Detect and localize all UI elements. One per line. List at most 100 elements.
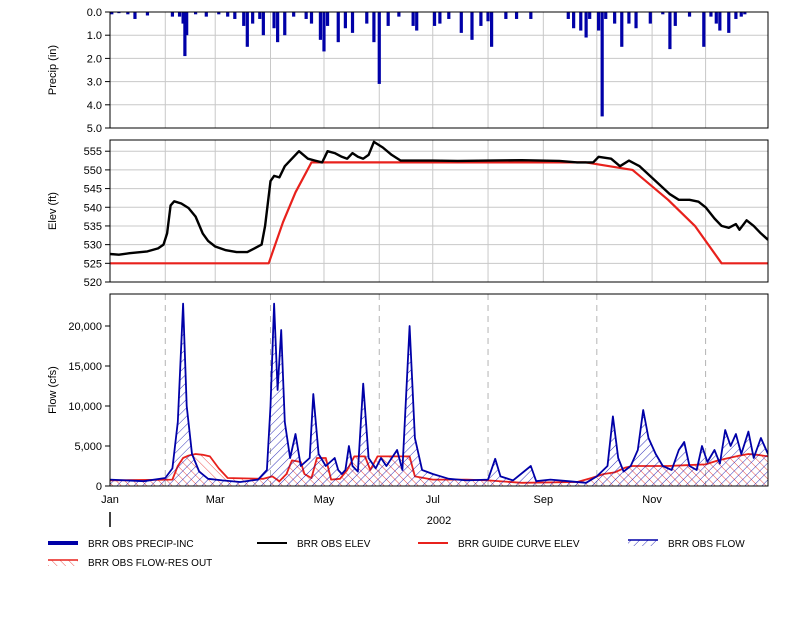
legend-label-precip: BRR OBS PRECIP-INC [88, 539, 194, 550]
precip-bar [233, 12, 237, 19]
precip-bar [709, 12, 713, 17]
precip-bar [397, 12, 401, 17]
flow-areas [110, 302, 768, 486]
precip-bar [309, 12, 314, 24]
precip-bar [411, 12, 415, 26]
y-tick-label: 530 [84, 240, 102, 252]
precip-bar [204, 12, 208, 17]
y-tick-label: 5,000 [74, 441, 102, 453]
precip-bar [226, 12, 230, 17]
precip-bar [673, 12, 677, 26]
precip-bar [145, 12, 150, 16]
y-tick-label: 4.0 [87, 100, 102, 112]
x-tick-label: May [314, 494, 335, 506]
legend-swatch-res-out [48, 560, 78, 566]
precip-bar [258, 12, 262, 19]
precip-tick-labels: 0.0 1.0 2.0 3.0 4.0 5.0 [87, 7, 110, 135]
precip-bar [318, 12, 323, 40]
legend: BRR OBS PRECIP-INC BRR OBS ELEV BRR GUID… [48, 539, 745, 569]
precip-bar [504, 12, 508, 19]
y-tick-label: 15,000 [68, 361, 102, 373]
legend-item-flow: BRR OBS FLOW [628, 539, 745, 550]
legend-label-flow: BRR OBS FLOW [668, 539, 745, 550]
precip-bars [110, 12, 747, 117]
precip-bar [447, 12, 451, 19]
precip-bar [245, 12, 249, 47]
precip-bar [372, 12, 376, 43]
precip-bar [604, 12, 608, 19]
y-tick-label: 0 [96, 481, 102, 493]
precip-bar [588, 12, 592, 19]
precip-bar [514, 12, 519, 19]
precip-bar [350, 12, 355, 33]
precip-bar [584, 12, 588, 38]
precip-bar [292, 12, 296, 17]
y-tick-label: 555 [84, 146, 102, 158]
precip-bar [283, 12, 287, 36]
precip-bar [322, 12, 326, 52]
precip-bar [529, 12, 533, 19]
legend-item-precip: BRR OBS PRECIP-INC [48, 539, 194, 550]
elev-panel: 520 525 530 535 540 545 550 555 Elev (ft) [47, 139, 769, 289]
y-tick-label: 2.0 [87, 53, 102, 65]
y-tick-label: 540 [84, 202, 102, 214]
precip-bar [714, 12, 718, 24]
y-tick-label: 0.0 [87, 7, 102, 19]
precip-bar [177, 12, 182, 17]
y-tick-label: 1.0 [87, 30, 102, 42]
precip-bar [386, 12, 390, 26]
legend-item-guide: BRR GUIDE CURVE ELEV [418, 539, 580, 550]
y-tick-label: 5.0 [87, 123, 102, 135]
precip-bar [579, 12, 583, 31]
precip-bar [325, 12, 330, 26]
x-tick-label: Sep [534, 494, 554, 506]
precip-bar [572, 12, 576, 29]
precip-bar [272, 12, 276, 29]
precip-bar [261, 12, 265, 36]
x-tick-label: Nov [642, 494, 662, 506]
precip-bar [133, 12, 137, 19]
precip-panel: 0.0 1.0 2.0 3.0 4.0 5.0 Precip (in) [47, 7, 769, 135]
y-tick-label: 3.0 [87, 77, 102, 89]
y-tick-label: 520 [84, 277, 102, 289]
precip-axis-title: Precip (in) [47, 45, 59, 95]
precip-bar [365, 12, 369, 24]
y-tick-label: 545 [84, 184, 102, 196]
precip-bar [276, 12, 280, 43]
hydrograph-chart: 0.0 1.0 2.0 3.0 4.0 5.0 Precip (in) 520 525 530… [47, 7, 769, 569]
precip-bar [486, 12, 490, 22]
x-axis: Jan Mar May Jul Sep Nov [101, 494, 662, 527]
precip-bar [727, 12, 731, 33]
precip-bar [668, 12, 672, 50]
legend-swatch-flow [628, 540, 658, 546]
precip-bar [627, 12, 631, 24]
precip-bar [634, 12, 638, 29]
x-tick-label: Mar [206, 494, 225, 506]
precip-bar [734, 12, 738, 19]
precip-bar [600, 12, 604, 117]
precip-bar [596, 12, 601, 31]
legend-label-elev: BRR OBS ELEV [297, 539, 371, 550]
y-tick-label: 525 [84, 258, 102, 270]
flow-grid [164, 294, 707, 486]
precip-bar [459, 12, 463, 33]
flow-tick-labels: 0 5,000 10,000 15,000 20,000 [68, 321, 110, 493]
precip-bar [620, 12, 624, 47]
precip-bar [251, 12, 255, 24]
obs-elev-line [110, 140, 768, 256]
precip-bar [432, 12, 437, 26]
precip-bar [470, 12, 474, 40]
x-tick-label: Jul [426, 494, 440, 506]
precip-bar [336, 12, 340, 43]
precip-bar [490, 12, 494, 47]
precip-bar [739, 12, 743, 17]
year-label: 2002 [427, 515, 451, 527]
precip-bar [648, 12, 652, 24]
precip-bar [687, 12, 692, 17]
x-tick-label: Jan [101, 494, 119, 506]
legend-label-guide: BRR GUIDE CURVE ELEV [458, 539, 580, 550]
precip-bar [304, 12, 308, 19]
precip-bar [170, 12, 175, 17]
precip-bar [242, 12, 246, 26]
legend-item-res-out: BRR OBS FLOW-RES OUT [48, 558, 212, 569]
